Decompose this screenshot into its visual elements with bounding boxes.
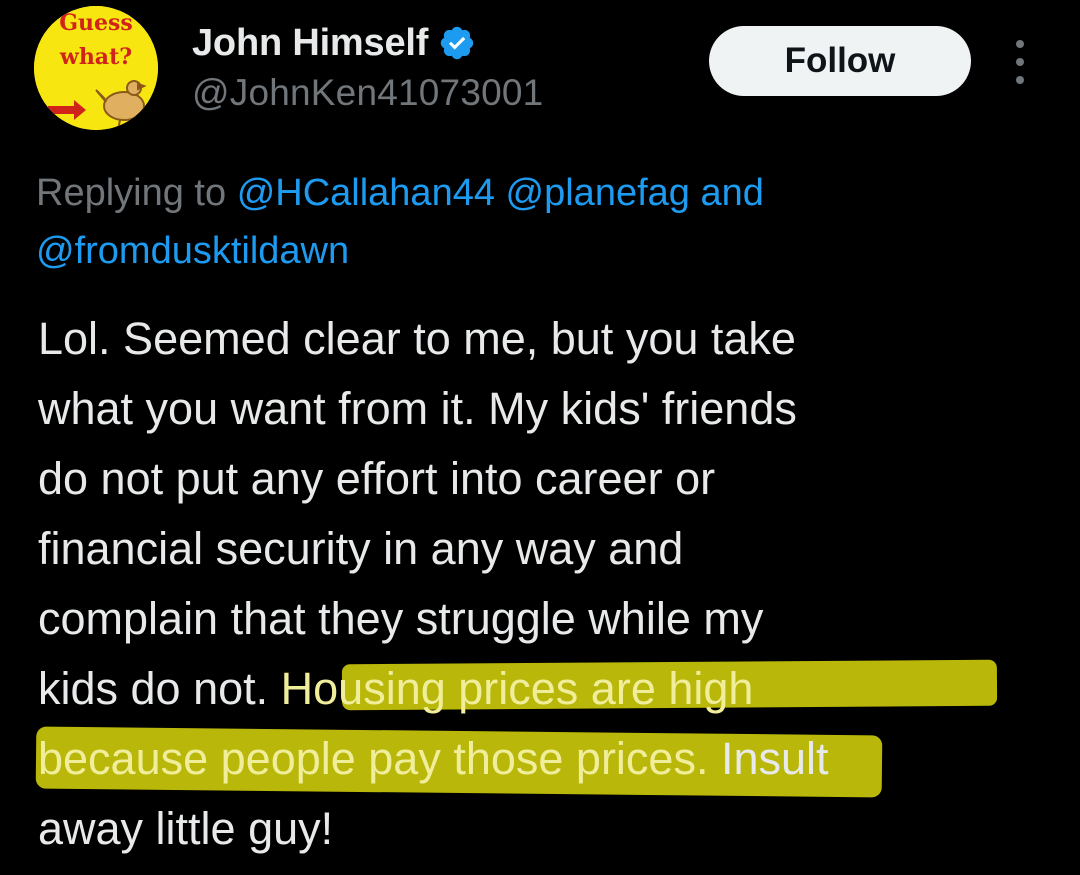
tweet-text: Lol. Seemed clear to me, but you take wh… [38,304,1058,864]
tweet-line: do not put any effort into career or [38,453,716,504]
tweet-text-plain: Insult [708,733,829,784]
tweet-text-plain: kids do not. [38,663,281,714]
author-handle[interactable]: @JohnKen41073001 [192,72,543,114]
more-dot [1016,40,1024,48]
tweet-line: Lol. Seemed clear to me, but you take [38,313,796,364]
tweet-line: complain that they struggle while my [38,593,764,644]
tweet-detail: Guess what? John Himself @JohnKen4107300… [0,0,1080,875]
more-dot [1016,76,1024,84]
reply-context: Replying to @HCallahan44 @planefag and @… [36,164,1036,280]
verified-badge-icon [438,24,476,62]
tweet-line: what you want from it. My kids' friends [38,383,797,434]
tweet-line: away little guy! [38,803,334,854]
display-name[interactable]: John Himself [192,22,428,65]
more-dot [1016,58,1024,66]
reply-conjunction: and [700,172,764,214]
tweet-line: financial security in any way and [38,523,684,574]
mention-link[interactable]: @fromdusktildawn [36,230,349,272]
avatar-text-bottom: what? [59,44,132,70]
avatar-image: Guess what? [34,6,158,130]
avatar-text-top: Guess [59,10,133,36]
mention-link[interactable]: @planefag [506,172,690,214]
avatar[interactable]: Guess what? [34,6,158,130]
mention-link[interactable]: @HCallahan44 [237,172,495,214]
more-options-icon[interactable] [1004,40,1036,84]
highlighted-text: Housing prices are high [280,663,754,714]
author-name-row: John Himself [192,18,476,68]
follow-button[interactable]: Follow [709,26,971,96]
tweet-line: kids do not. Housing prices are high [38,654,1058,724]
tweet-line: because people pay those prices. Insult [38,724,1058,794]
highlighted-text: because people pay those prices. [38,733,709,784]
reply-prefix: Replying to [36,172,227,214]
